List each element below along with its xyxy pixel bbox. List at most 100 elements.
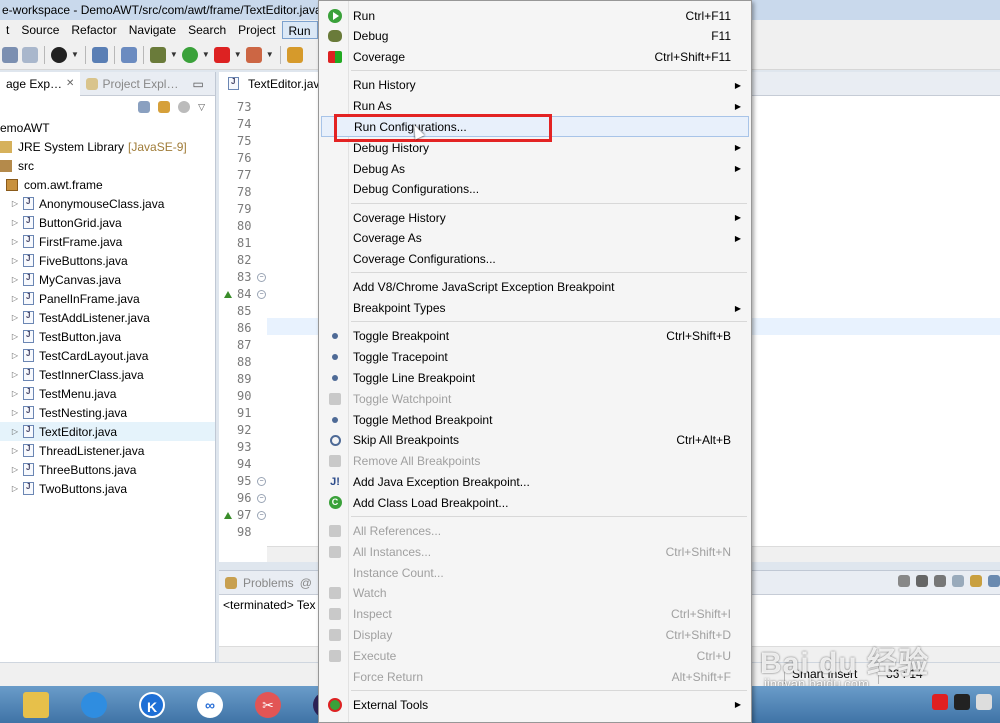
expand-arrow-icon[interactable]: ▷ bbox=[10, 351, 20, 360]
expand-arrow-icon[interactable]: ▷ bbox=[10, 237, 20, 246]
menu-item-execute[interactable]: Execute Ctrl+U bbox=[321, 645, 749, 666]
menu-source[interactable]: Source bbox=[15, 21, 65, 39]
open-perspective-icon[interactable] bbox=[51, 46, 67, 63]
tab-project-explorer[interactable]: Project Expl… bbox=[80, 72, 184, 96]
tree-file[interactable]: ▷ ThreeButtons.java bbox=[0, 460, 215, 479]
menu-item-force-return[interactable]: Force Return Alt+Shift+F bbox=[321, 666, 749, 687]
tree-file[interactable]: ▷ TwoButtons.java bbox=[0, 479, 215, 498]
menu-item-toggle-watchpoint[interactable]: Toggle Watchpoint bbox=[321, 388, 749, 409]
tree-src[interactable]: src bbox=[0, 156, 215, 175]
focus-icon[interactable] bbox=[178, 101, 191, 113]
tree-file[interactable]: ▷ TestCardLayout.java bbox=[0, 346, 215, 365]
menu-item-display[interactable]: Display Ctrl+Shift+D bbox=[321, 624, 749, 645]
link-editor-icon[interactable] bbox=[158, 101, 171, 113]
expand-arrow-icon[interactable]: ▷ bbox=[10, 294, 20, 303]
at-icon[interactable]: @ bbox=[300, 576, 312, 590]
menu-search[interactable]: Search bbox=[182, 21, 232, 39]
tree-file[interactable]: ▷ ButtonGrid.java bbox=[0, 213, 215, 232]
tree-jre-library[interactable]: JRE System Library [JavaSE-9] bbox=[0, 137, 215, 156]
menu-item-external-tools[interactable]: External Tools ▶ bbox=[321, 694, 749, 715]
menu-run[interactable]: Run bbox=[281, 21, 318, 39]
expand-arrow-icon[interactable]: ▷ bbox=[10, 332, 20, 341]
menu-item-all-references[interactable]: All References... bbox=[321, 520, 749, 541]
tree-file[interactable]: ▷ TestInnerClass.java bbox=[0, 365, 215, 384]
tree-file[interactable]: ▷ TestNesting.java bbox=[0, 403, 215, 422]
chevron-down-icon[interactable]: ▼ bbox=[71, 50, 79, 59]
menu-navigate[interactable]: Navigate bbox=[123, 21, 182, 39]
fold-collapse-icon[interactable]: − bbox=[257, 477, 266, 486]
tab-texteditor[interactable]: TextEditor.java bbox=[219, 71, 333, 96]
tree-file[interactable]: ▷ MyCanvas.java bbox=[0, 270, 215, 289]
taskbar-browser[interactable] bbox=[72, 688, 116, 722]
expand-arrow-icon[interactable]: ▷ bbox=[10, 484, 20, 493]
tree-file[interactable]: ▷ PanelInFrame.java bbox=[0, 289, 215, 308]
minimize-icon[interactable]: ▭ bbox=[192, 77, 203, 91]
menu-item-add-java-exception-breakpoint[interactable]: J! Add Java Exception Breakpoint... bbox=[321, 471, 749, 492]
expand-arrow-icon[interactable]: ▷ bbox=[10, 199, 20, 208]
tree-file[interactable]: ▷ AnonymouseClass.java bbox=[0, 194, 215, 213]
menu-item-coverage[interactable]: Coverage Ctrl+Shift+F11 bbox=[321, 47, 749, 68]
taskbar-explorer[interactable] bbox=[14, 688, 58, 722]
network-icon[interactable] bbox=[976, 694, 992, 710]
tree-project[interactable]: emoAWT bbox=[0, 118, 215, 137]
expand-arrow-icon[interactable]: ▷ bbox=[10, 370, 20, 379]
menu-item-add-v8-chrome-javascript-exception-breakpoint[interactable]: Add V8/Chrome JavaScript Exception Break… bbox=[321, 277, 749, 298]
menu-item-run[interactable]: Run Ctrl+F11 bbox=[321, 5, 749, 26]
view-menu-icon[interactable]: ▽ bbox=[198, 102, 205, 113]
external-tools-icon[interactable] bbox=[245, 46, 262, 63]
run-icon[interactable] bbox=[181, 46, 198, 63]
menu-item-debug[interactable]: Debug F11 bbox=[321, 26, 749, 47]
terminate-icon[interactable] bbox=[898, 575, 910, 587]
menu-item-toggle-method-breakpoint[interactable]: Toggle Method Breakpoint bbox=[321, 409, 749, 430]
expand-arrow-icon[interactable]: ▷ bbox=[10, 408, 20, 417]
tray-icon[interactable] bbox=[954, 694, 970, 710]
chevron-down-icon[interactable]: ▼ bbox=[234, 50, 242, 59]
menu-item-inspect[interactable]: Inspect Ctrl+Shift+I bbox=[321, 604, 749, 625]
expand-arrow-icon[interactable]: ▷ bbox=[10, 313, 20, 322]
tree-file[interactable]: ▷ TextEditor.java bbox=[0, 422, 215, 441]
scroll-lock-icon[interactable] bbox=[952, 575, 964, 587]
expand-arrow-icon[interactable]: ▷ bbox=[10, 218, 20, 227]
pin-console-icon[interactable] bbox=[970, 575, 982, 587]
fold-collapse-icon[interactable]: − bbox=[257, 273, 266, 282]
taskbar-snipping[interactable]: ✂ bbox=[246, 688, 290, 722]
fold-collapse-icon[interactable]: − bbox=[257, 494, 266, 503]
tree-package[interactable]: com.awt.frame bbox=[0, 175, 215, 194]
menu-item-coverage-configurations[interactable]: Coverage Configurations... bbox=[321, 249, 749, 270]
menu-refactor[interactable]: Refactor bbox=[65, 21, 122, 39]
menu-item-debug-as[interactable]: Debug As ▶ bbox=[321, 158, 749, 179]
chevron-down-icon[interactable]: ▼ bbox=[170, 50, 178, 59]
menu-item-coverage-as[interactable]: Coverage As ▶ bbox=[321, 228, 749, 249]
expand-arrow-icon[interactable]: ▷ bbox=[10, 256, 20, 265]
menu-window-partial[interactable]: t bbox=[0, 21, 15, 39]
expand-arrow-icon[interactable]: ▷ bbox=[10, 427, 20, 436]
tab-package-explorer[interactable]: age Exp… ✕ bbox=[0, 71, 81, 96]
fold-collapse-icon[interactable]: − bbox=[257, 511, 266, 520]
fold-collapse-icon[interactable]: − bbox=[257, 290, 266, 299]
new-package-icon[interactable] bbox=[286, 46, 303, 63]
expand-arrow-icon[interactable]: ▷ bbox=[10, 389, 20, 398]
menu-item-breakpoint-types[interactable]: Breakpoint Types ▶ bbox=[321, 298, 749, 319]
menu-item-coverage-history[interactable]: Coverage History ▶ bbox=[321, 207, 749, 228]
taskbar-k-app[interactable]: K bbox=[130, 688, 174, 722]
chevron-down-icon[interactable]: ▼ bbox=[202, 50, 210, 59]
skip-breakpoints-icon[interactable] bbox=[120, 46, 137, 63]
collapse-all-icon[interactable] bbox=[138, 101, 151, 113]
save-all-icon[interactable] bbox=[22, 46, 38, 63]
input-method-icon[interactable] bbox=[932, 694, 948, 710]
expand-arrow-icon[interactable]: ▷ bbox=[10, 446, 20, 455]
menu-item-add-class-load-breakpoint[interactable]: C Add Class Load Breakpoint... bbox=[321, 492, 749, 513]
display-console-icon[interactable] bbox=[988, 575, 1000, 587]
menu-item-watch[interactable]: Watch bbox=[321, 583, 749, 604]
menu-item-toggle-breakpoint[interactable]: Toggle Breakpoint Ctrl+Shift+B bbox=[321, 326, 749, 347]
tree-file[interactable]: ▷ FirstFrame.java bbox=[0, 232, 215, 251]
close-icon[interactable]: ✕ bbox=[66, 78, 74, 89]
menu-item-toggle-tracepoint[interactable]: Toggle Tracepoint bbox=[321, 347, 749, 368]
menu-project[interactable]: Project bbox=[232, 21, 281, 39]
save-icon[interactable] bbox=[2, 46, 18, 63]
tree-file[interactable]: ▷ ThreadListener.java bbox=[0, 441, 215, 460]
menu-item-remove-all-breakpoints[interactable]: Remove All Breakpoints bbox=[321, 451, 749, 472]
remove-all-icon[interactable] bbox=[934, 575, 946, 587]
menu-item-debug-configurations[interactable]: Debug Configurations... bbox=[321, 179, 749, 200]
taskbar-baidu-netdisk[interactable]: ∞ bbox=[188, 688, 232, 722]
